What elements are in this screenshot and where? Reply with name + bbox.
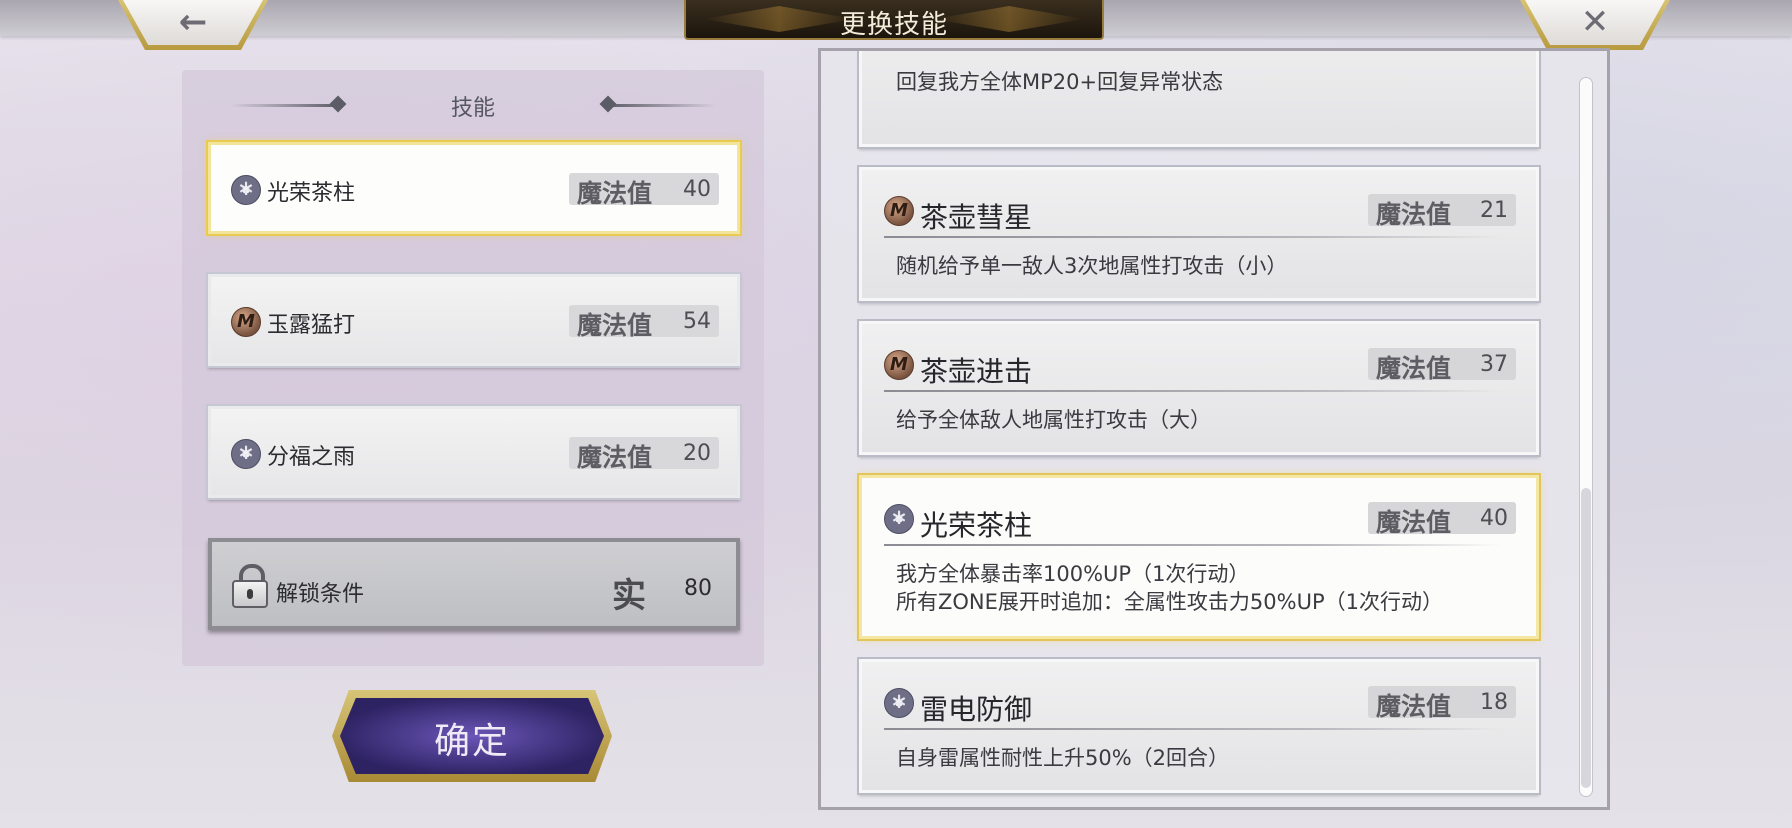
mp-label: 魔法值 (1376, 354, 1452, 383)
mp-value: 40 (1480, 506, 1508, 531)
confirm-button-label: 确定 (433, 721, 510, 762)
unlock-value: 80 (684, 576, 712, 601)
earth-element-icon: M (231, 307, 261, 337)
earth-element-icon: M (884, 196, 914, 226)
card-divider (884, 236, 1502, 238)
skill-card[interactable]: ✲ 雷电防御 魔法值 18 自身雷属性耐性上升50%（2回合） (859, 659, 1539, 793)
skill-name: 茶壶彗星 (920, 201, 1033, 234)
skill-slot-name: 光荣茶柱 (267, 181, 356, 206)
skill-slot-name: 玉露猛打 (267, 313, 356, 338)
star-element-icon: ✲ (884, 504, 914, 534)
skill-name: 光荣茶柱 (920, 509, 1033, 542)
mp-label: 魔法值 (1376, 508, 1452, 537)
skill-name: 茶壶进击 (920, 355, 1033, 388)
mp-cost-badge: 魔法值 20 (569, 437, 719, 472)
skill-list[interactable]: 回复我方全体MP20+回复异常状态 M 茶壶彗星 魔法值 21 随机给予单一敌人… (821, 51, 1581, 807)
unlock-mark-icon: 实 (612, 576, 646, 616)
skill-card-selected[interactable]: ✲ 光荣茶柱 魔法值 40 我方全体暴击率100%UP（1次行动） 所有ZONE… (859, 475, 1539, 639)
skill-card-partial[interactable]: 回复我方全体MP20+回复异常状态 (859, 51, 1539, 147)
card-divider (884, 544, 1502, 546)
mp-value: 18 (1480, 690, 1508, 715)
locked-skill-slot[interactable]: 解锁条件 实 80 (208, 538, 740, 630)
skill-description: 回复我方全体MP20+回复异常状态 (896, 70, 1224, 94)
skill-card[interactable]: M 茶壶进击 魔法值 37 给予全体敌人地属性打攻击（大） (859, 321, 1539, 455)
back-button[interactable]: ← (118, 0, 268, 50)
equipped-skills-panel: 技能 ✲ 光荣茶柱 魔法值 40 M 玉露猛打 魔法值 54 ✲ 分福之雨 魔法… (182, 70, 764, 666)
skill-description: 我方全体暴击率100%UP（1次行动） 所有ZONE展开时追加：全属性攻击力50… (896, 562, 1443, 614)
earth-element-icon: M (884, 350, 914, 380)
mp-label: 魔法值 (577, 443, 653, 472)
mp-value: 21 (1480, 198, 1508, 223)
card-divider (884, 728, 1502, 730)
skill-description: 随机给予单一敌人3次地属性打攻击（小） (896, 254, 1288, 278)
mp-cost-badge: 魔法值 40 (569, 173, 719, 208)
confirm-button[interactable]: 确定 (332, 690, 612, 782)
scrollbar-thumb[interactable] (1581, 488, 1591, 788)
close-button[interactable]: ✕ (1520, 0, 1670, 50)
skill-description: 给予全体敌人地属性打攻击（大） (896, 408, 1211, 432)
star-element-icon: ✲ (231, 439, 261, 469)
skill-description: 自身雷属性耐性上升50%（2回合） (896, 746, 1230, 770)
close-icon: ✕ (1580, 2, 1610, 42)
mp-cost-badge: 魔法值 54 (569, 305, 719, 340)
skill-name: 雷电防御 (920, 693, 1033, 726)
page-title: 更换技能 (839, 10, 948, 40)
mp-label: 魔法值 (577, 179, 653, 208)
mp-label: 魔法值 (577, 311, 653, 340)
skill-slot-name: 分福之雨 (267, 445, 356, 470)
skill-slot-2[interactable]: M 玉露猛打 魔法值 54 (208, 274, 740, 366)
skill-slot-3[interactable]: ✲ 分福之雨 魔法值 20 (208, 406, 740, 498)
mp-label: 魔法值 (1376, 200, 1452, 229)
mp-value: 37 (1480, 352, 1508, 377)
mp-cost-badge: 魔法值 21 (1368, 194, 1516, 229)
mp-cost-badge: 魔法值 18 (1368, 686, 1516, 721)
mp-cost-badge: 魔法值 40 (1368, 502, 1516, 537)
back-arrow-icon: ← (178, 2, 208, 42)
mp-cost-badge: 魔法值 37 (1368, 348, 1516, 383)
title-banner: 更换技能 (684, 0, 1104, 40)
star-element-icon: ✲ (231, 175, 261, 205)
skill-card[interactable]: M 茶壶彗星 魔法值 21 随机给予单一敌人3次地属性打攻击（小） (859, 167, 1539, 301)
skill-slot-1[interactable]: ✲ 光荣茶柱 魔法值 40 (208, 142, 740, 234)
mp-value: 40 (683, 177, 711, 202)
unlock-condition-label: 解锁条件 (276, 582, 365, 607)
card-divider (884, 390, 1502, 392)
star-element-icon: ✲ (884, 688, 914, 718)
lock-icon (232, 564, 268, 610)
skill-list-panel: 回复我方全体MP20+回复异常状态 M 茶壶彗星 魔法值 21 随机给予单一敌人… (818, 48, 1610, 810)
mp-value: 54 (683, 309, 711, 334)
mp-value: 20 (683, 441, 711, 466)
scrollbar[interactable] (1579, 77, 1593, 797)
header-ornament-right (606, 104, 716, 107)
mp-label: 魔法值 (1376, 692, 1452, 721)
